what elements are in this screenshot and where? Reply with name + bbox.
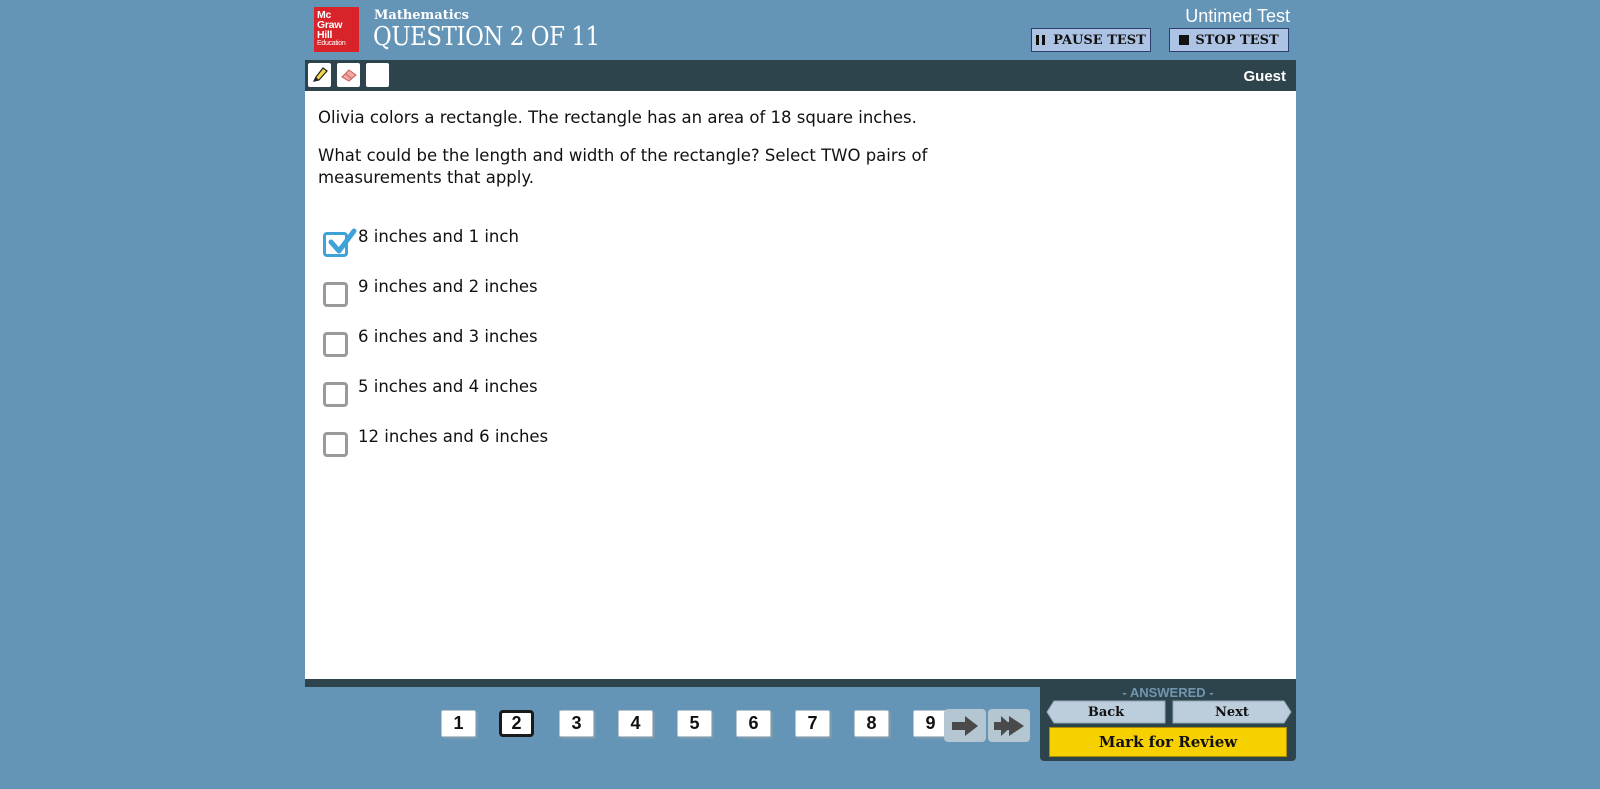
answer-status: - ANSWERED - <box>1122 685 1214 700</box>
mcgraw-hill-logo: Mc Graw Hill Education <box>314 7 359 52</box>
choice-label: 6 inches and 3 inches <box>358 327 538 346</box>
timer-label: Untimed Test <box>1185 6 1290 26</box>
question-number-7[interactable]: 7 <box>795 710 830 737</box>
last-page-arrow-button[interactable] <box>988 709 1030 742</box>
stop-icon <box>1179 35 1190 45</box>
choice-label: 5 inches and 4 inches <box>358 377 538 396</box>
logo-line-4: Education <box>317 40 346 47</box>
checkbox[interactable] <box>323 332 348 357</box>
checkmark-icon <box>328 228 357 254</box>
choice-label: 12 inches and 6 inches <box>358 427 549 446</box>
pause-icon <box>1036 35 1046 45</box>
question-number-1[interactable]: 1 <box>441 710 476 737</box>
next-page-arrow-button[interactable] <box>944 709 986 742</box>
checkbox[interactable] <box>323 282 348 307</box>
stop-test-label: STOP TEST <box>1195 32 1279 48</box>
next-button[interactable]: Next <box>1172 700 1292 724</box>
subject-label: Mathematics <box>374 8 469 23</box>
choice-3[interactable]: 6 inches and 3 inches <box>318 324 538 358</box>
question-number-6[interactable]: 6 <box>736 710 771 737</box>
checkbox-checked[interactable] <box>323 228 357 257</box>
choice-5[interactable]: 12 inches and 6 inches <box>318 424 548 458</box>
question-number-3[interactable]: 3 <box>559 710 594 737</box>
mark-for-review-button[interactable]: Mark for Review <box>1049 727 1287 757</box>
question-title: QUESTION 2 OF 11 <box>373 22 600 52</box>
checkbox[interactable] <box>323 382 348 407</box>
checkbox[interactable] <box>323 432 348 457</box>
pause-test-label: PAUSE TEST <box>1053 32 1146 48</box>
next-label: Next <box>1215 704 1249 720</box>
pause-test-button[interactable]: PAUSE TEST <box>1031 28 1151 52</box>
question-number-9[interactable]: 9 <box>913 710 948 737</box>
question-number-8[interactable]: 8 <box>854 710 889 737</box>
question-stem: Olivia colors a rectangle. The rectangle… <box>318 108 917 127</box>
choice-2[interactable]: 9 inches and 2 inches <box>318 274 538 308</box>
double-arrow-right-icon <box>994 715 1024 736</box>
question-panel: Olivia colors a rectangle. The rectangle… <box>305 91 1296 687</box>
tool-bar: Guest <box>305 60 1296 91</box>
back-label: Back <box>1087 704 1125 720</box>
user-name: Guest <box>1243 68 1286 85</box>
question-number-5[interactable]: 5 <box>677 710 712 737</box>
choice-1[interactable]: 8 inches and 1 inch <box>318 224 519 258</box>
answer-panel: - ANSWERED - Back Next Mark for Review <box>1040 685 1296 761</box>
arrow-right-icon <box>952 715 978 736</box>
question-prompt: What could be the length and width of th… <box>318 146 928 187</box>
choice-4[interactable]: 5 inches and 4 inches <box>318 374 538 408</box>
choice-label: 9 inches and 2 inches <box>358 277 538 296</box>
choice-label: 8 inches and 1 inch <box>358 227 519 246</box>
back-button[interactable]: Back <box>1046 700 1166 724</box>
question-number-2[interactable]: 2 <box>499 710 534 737</box>
blank-tool-button[interactable] <box>366 63 389 87</box>
eraser-icon[interactable] <box>337 63 360 87</box>
question-number-4[interactable]: 4 <box>618 710 653 737</box>
highlighter-icon[interactable] <box>308 63 331 87</box>
stop-test-button[interactable]: STOP TEST <box>1169 28 1289 52</box>
